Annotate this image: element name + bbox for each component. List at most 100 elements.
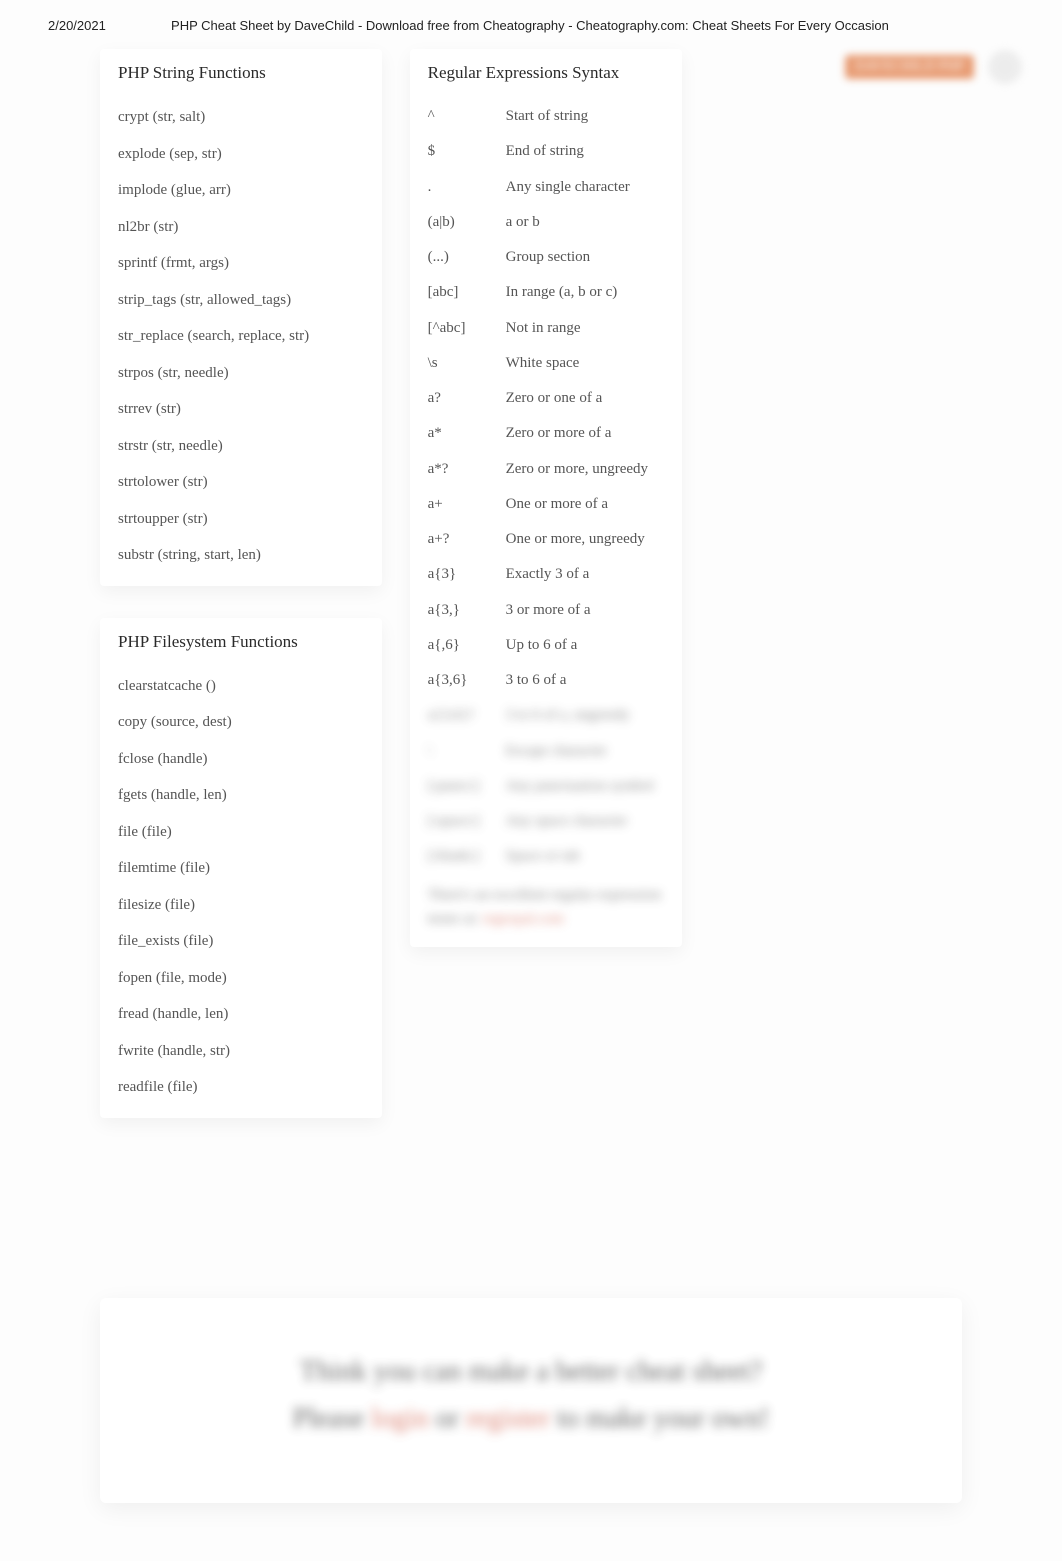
string-fn-item[interactable]: implode (glue, arr) xyxy=(100,172,382,209)
filesystem-fn-item[interactable]: filemtime (file) xyxy=(100,850,382,887)
regex-value: Up to 6 of a xyxy=(506,634,664,657)
filesystem-fn-item[interactable]: clearstatcache () xyxy=(100,668,382,705)
regex-value: Any space character xyxy=(506,810,664,833)
regex-card: Regular Expressions Syntax ^Start of str… xyxy=(410,49,682,947)
regex-row: .Any single character xyxy=(410,170,682,205)
filesystem-fn-item[interactable]: fopen (file, mode) xyxy=(100,960,382,997)
regex-row: a*?Zero or more, ungreedy xyxy=(410,452,682,487)
regex-row: a?Zero or one of a xyxy=(410,381,682,416)
string-fn-item[interactable]: strtolower (str) xyxy=(100,464,382,501)
regex-row: [^abc]Not in range xyxy=(410,311,682,346)
cta-post: to make your own! xyxy=(550,1403,769,1434)
filesystem-fn-item[interactable]: fread (handle, len) xyxy=(100,996,382,1033)
regex-value: a or b xyxy=(506,211,664,234)
string-fn-item[interactable]: strstr (str, needle) xyxy=(100,428,382,465)
string-functions-card: PHP String Functions crypt (str, salt)ex… xyxy=(100,49,382,586)
regex-row: a*Zero or more of a xyxy=(410,416,682,451)
regex-value: Zero or one of a xyxy=(506,387,664,410)
string-fn-item[interactable]: strip_tags (str, allowed_tags) xyxy=(100,282,382,319)
regex-value: Group section xyxy=(506,246,664,269)
regex-key: (...) xyxy=(428,246,506,269)
regex-value: Start of string xyxy=(506,105,664,128)
regex-footnote-link[interactable]: regexpal.com xyxy=(483,911,564,927)
string-fn-item[interactable]: crypt (str, salt) xyxy=(100,99,382,136)
regex-key: a{3,6} xyxy=(428,669,506,692)
regex-value: One or more of a xyxy=(506,493,664,516)
string-fn-item[interactable]: strpos (str, needle) xyxy=(100,355,382,392)
regex-key: [:space:] xyxy=(428,810,506,833)
regex-value: Exactly 3 of a xyxy=(506,563,664,586)
regex-key: a* xyxy=(428,422,506,445)
string-fn-item[interactable]: explode (sep, str) xyxy=(100,136,382,173)
filesystem-fn-item[interactable]: filesize (file) xyxy=(100,887,382,924)
author-pill[interactable]: DAVECHILD PHP xyxy=(845,55,974,79)
filesystem-fn-item[interactable]: copy (source, dest) xyxy=(100,704,382,741)
regex-key: a{,6} xyxy=(428,634,506,657)
regex-row: (a|b)a or b xyxy=(410,205,682,240)
cta-login-link[interactable]: login xyxy=(371,1403,429,1434)
regex-key: a{3} xyxy=(428,563,506,586)
regex-key: [abc] xyxy=(428,281,506,304)
regex-key: a{3,6}? xyxy=(428,704,506,727)
regex-value: Not in range xyxy=(506,317,664,340)
regex-row-blurred: [:punct:]Any punctuation symbol xyxy=(410,769,682,804)
regex-row: ^Start of string xyxy=(410,99,682,134)
header-date: 2/20/2021 xyxy=(48,18,106,33)
filesystem-fn-item[interactable]: file (file) xyxy=(100,814,382,851)
regex-key: a? xyxy=(428,387,506,410)
regex-row: $End of string xyxy=(410,134,682,169)
filesystem-fn-item[interactable]: file_exists (file) xyxy=(100,923,382,960)
filesystem-fn-item[interactable]: fgets (handle, len) xyxy=(100,777,382,814)
regex-key: \s xyxy=(428,352,506,375)
cta-line-2: Please login or register to make your ow… xyxy=(140,1395,922,1443)
filesystem-fn-item[interactable]: fclose (handle) xyxy=(100,741,382,778)
header-title: PHP Cheat Sheet by DaveChild - Download … xyxy=(106,18,954,33)
filesystem-functions-card: PHP Filesystem Functions clearstatcache … xyxy=(100,618,382,1118)
string-fn-item[interactable]: strtoupper (str) xyxy=(100,501,382,538)
regex-value: Zero or more of a xyxy=(506,422,664,445)
regex-title: Regular Expressions Syntax xyxy=(410,49,682,99)
avatar xyxy=(988,50,1022,84)
regex-row: a+One or more of a xyxy=(410,487,682,522)
regex-value: 3 or more of a xyxy=(506,599,664,622)
regex-row-blurred: \Escape character xyxy=(410,734,682,769)
regex-value: 3 to 6 of a xyxy=(506,669,664,692)
regex-row: (...)Group section xyxy=(410,240,682,275)
regex-row: a{3}Exactly 3 of a xyxy=(410,557,682,592)
regex-row: \sWhite space xyxy=(410,346,682,381)
regex-row: [abc]In range (a, b or c) xyxy=(410,275,682,310)
regex-value: White space xyxy=(506,352,664,375)
string-fn-item[interactable]: substr (string, start, len) xyxy=(100,537,382,574)
string-fn-item[interactable]: nl2br (str) xyxy=(100,209,382,246)
regex-row-blurred: a{3,6}?3 to 6 of a, ungreedy xyxy=(410,698,682,733)
filesystem-fn-item[interactable]: readfile (file) xyxy=(100,1069,382,1106)
regex-row: a{3,6}3 to 6 of a xyxy=(410,663,682,698)
top-right-badge-area: DAVECHILD PHP xyxy=(845,50,1022,84)
regex-value: Any punctuation symbol xyxy=(506,775,664,798)
regex-row: a{,6}Up to 6 of a xyxy=(410,628,682,663)
regex-value: Zero or more, ungreedy xyxy=(506,458,664,481)
regex-value: End of string xyxy=(506,140,664,163)
regex-row-blurred: [:blank:]Space or tab xyxy=(410,839,682,874)
string-fn-item[interactable]: str_replace (search, replace, str) xyxy=(100,318,382,355)
regex-key: ^ xyxy=(428,105,506,128)
regex-value: Escape character xyxy=(506,740,664,763)
regex-key: a{3,} xyxy=(428,599,506,622)
regex-value: In range (a, b or c) xyxy=(506,281,664,304)
regex-value: Any single character xyxy=(506,176,664,199)
regex-footnote: There's an excellent regular expression … xyxy=(410,875,682,935)
regex-key: [:punct:] xyxy=(428,775,506,798)
regex-key: (a|b) xyxy=(428,211,506,234)
cta-register-link[interactable]: register xyxy=(466,1403,550,1434)
string-fn-item[interactable]: sprintf (frmt, args) xyxy=(100,245,382,282)
print-header: 2/20/2021 PHP Cheat Sheet by DaveChild -… xyxy=(0,0,1062,41)
string-fn-item[interactable]: strrev (str) xyxy=(100,391,382,428)
string-functions-title: PHP String Functions xyxy=(100,49,382,99)
regex-key: \ xyxy=(428,740,506,763)
regex-key: a+ xyxy=(428,493,506,516)
cta-or: or xyxy=(429,1403,466,1434)
regex-value: Space or tab xyxy=(506,845,664,868)
filesystem-fn-item[interactable]: fwrite (handle, str) xyxy=(100,1033,382,1070)
cta-line-1: Think you can make a better cheat sheet? xyxy=(140,1348,922,1396)
filesystem-functions-title: PHP Filesystem Functions xyxy=(100,618,382,668)
